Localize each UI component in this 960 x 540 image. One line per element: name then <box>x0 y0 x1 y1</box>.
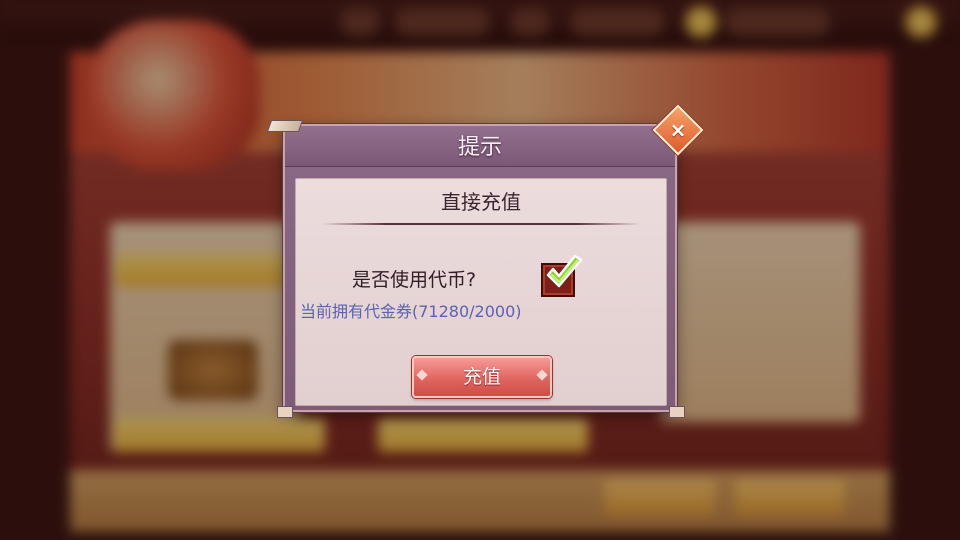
recharge-button[interactable]: 充值 <box>412 356 552 398</box>
corner-ribbon-decoration <box>277 406 293 418</box>
recharge-button-label: 充值 <box>462 366 501 388</box>
recharge-dialog: 提示 × 直接充值 是否使用代币? 当前拥有代金券(71280/2000) 充值 <box>266 104 704 418</box>
dialog-title: 提示 <box>457 135 502 160</box>
dialog-content: 直接充值 是否使用代币? 当前拥有代金券(71280/2000) 充值 <box>295 178 667 406</box>
voucher-balance-text: 当前拥有代金券(71280/2000) <box>300 302 522 321</box>
game-screen: 提示 × 直接充值 是否使用代币? 当前拥有代金券(71280/2000) 充值 <box>0 0 960 540</box>
corner-ribbon-decoration <box>669 406 685 418</box>
dialog-subtitle: 直接充值 <box>441 190 521 214</box>
divider <box>322 223 640 225</box>
use-token-question: 是否使用代币? <box>352 269 477 291</box>
use-token-checkbox[interactable] <box>541 263 575 297</box>
